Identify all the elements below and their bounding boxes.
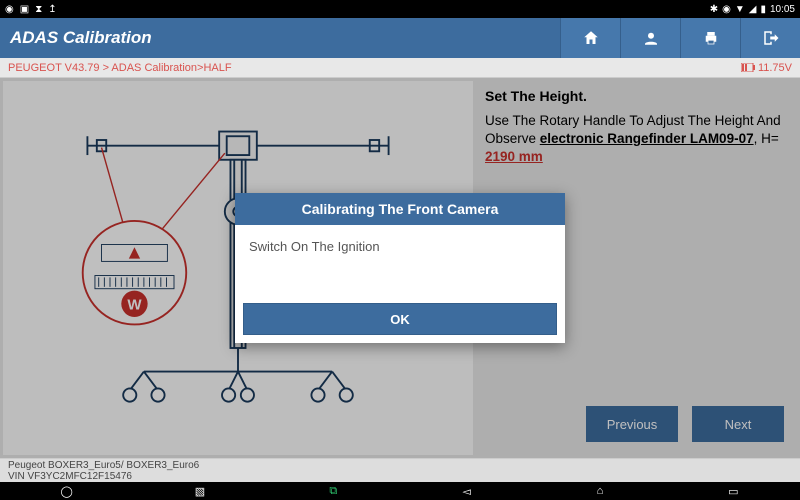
home-icon [582,29,600,47]
android-statusbar: ◉ ▣ ⧗ ↥ ✱ ◉ ▼ ◢ ▮ 10:05 [0,0,800,18]
exit-icon [762,29,780,47]
print-button[interactable] [680,18,740,58]
print-icon [702,29,720,47]
bluetooth-icon: ✱ [710,4,718,15]
clock: 10:05 [770,4,795,15]
app-bar: ADAS Calibration [0,18,800,58]
ok-button[interactable]: OK [243,303,557,335]
home-button[interactable] [560,18,620,58]
main-content: W Set The Height. Use The Rotary Handle … [0,78,800,458]
voltage-indicator: 11.75V [741,62,792,74]
nav-gallery[interactable]: ▧ [133,482,266,500]
nav-home[interactable]: ⌂ [533,482,666,500]
nav-browser[interactable]: ◯ [0,482,133,500]
headset-icon [642,29,660,47]
nav-back[interactable]: ◅ [400,482,533,500]
dialog-body: Switch On The Ignition [235,225,565,295]
nav-recent[interactable]: ▭ [667,482,800,500]
app-icon: ◉ [5,4,14,15]
gallery-icon: ▣ [20,4,29,15]
battery-icon [741,63,755,72]
upload-icon: ↥ [48,4,56,15]
dialog-title: Calibrating The Front Camera [235,193,565,225]
signal-icon: ◢ [749,4,757,15]
vin: VIN VF3YC2MFC12F15476 [8,471,792,482]
app-title: ADAS Calibration [0,28,560,48]
vehicle-model: Peugeot BOXER3_Euro5/ BOXER3_Euro6 [8,460,792,471]
modal-overlay: Calibrating The Front Camera Switch On T… [0,78,800,458]
dialog: Calibrating The Front Camera Switch On T… [235,193,565,343]
breadcrumb-path: PEUGEOT V43.79 > ADAS Calibration>HALF [8,62,232,74]
sync-icon: ◉ [722,4,731,15]
battery-icon: ▮ [760,4,766,15]
exit-button[interactable] [740,18,800,58]
support-button[interactable] [620,18,680,58]
nav-diagnostic[interactable]: ⧉ [267,482,400,500]
status-footer: Peugeot BOXER3_Euro5/ BOXER3_Euro6 VIN V… [0,458,800,482]
wifi-icon: ▼ [735,4,745,15]
download-icon: ⧗ [35,4,42,15]
breadcrumb: PEUGEOT V43.79 > ADAS Calibration>HALF 1… [0,58,800,78]
android-navbar: ◯ ▧ ⧉ ◅ ⌂ ▭ [0,482,800,500]
